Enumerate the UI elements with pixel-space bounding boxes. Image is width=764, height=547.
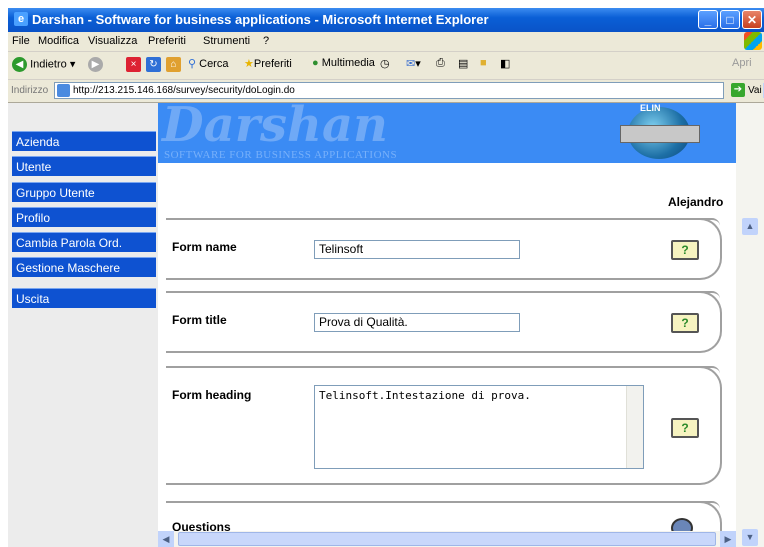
- menu-strumenti[interactable]: Strumenti: [203, 35, 250, 47]
- sidebar-item-uscita[interactable]: Uscita: [12, 288, 156, 308]
- search-button[interactable]: ⚲ Cerca: [188, 57, 228, 70]
- menu-preferiti[interactable]: Preferiti: [148, 35, 186, 47]
- close-button[interactable]: ✕: [742, 10, 762, 29]
- form-heading-text: Telinsoft.Intestazione di prova.: [319, 389, 531, 402]
- user-name: Alejandro: [668, 195, 724, 209]
- vertical-scrollbar[interactable]: ▲ ▼: [736, 103, 764, 547]
- menu-modifica[interactable]: Modifica: [38, 35, 79, 47]
- globe-logo-icon: ELIN: [620, 103, 700, 159]
- maximize-button[interactable]: □: [720, 10, 740, 29]
- sidebar-item-profilo[interactable]: Profilo: [12, 207, 156, 227]
- sidebar: Azienda Utente Gruppo Utente Profilo Cam…: [8, 103, 158, 547]
- media-button[interactable]: ● Multimedia: [312, 57, 375, 69]
- folder-icon: ■: [480, 57, 487, 69]
- form-name-input[interactable]: Telinsoft: [314, 240, 520, 259]
- header-banner: Darshan SOFTWARE FOR BUSINESS APPLICATIO…: [158, 103, 736, 163]
- horizontal-scrollbar[interactable]: ◀ ▶: [158, 531, 736, 547]
- form-title-input[interactable]: Prova di Qualità.: [314, 313, 520, 332]
- address-bar: Indirizzo http://213.215.146.168/survey/…: [8, 80, 764, 103]
- ie-icon: e: [14, 12, 28, 26]
- minimize-button[interactable]: _: [698, 10, 718, 29]
- back-button[interactable]: ◀ Indietro ▾: [12, 57, 75, 72]
- menu-file[interactable]: File: [12, 35, 30, 47]
- form-heading-section: Form heading Telinsoft.Intestazione di p…: [166, 366, 722, 485]
- forward-arrow-icon: ▶: [88, 57, 103, 72]
- hscroll-thumb[interactable]: [178, 532, 716, 546]
- scroll-right-icon[interactable]: ▶: [720, 531, 736, 547]
- forward-button[interactable]: ▶: [88, 57, 103, 72]
- edit-icon: ▤: [458, 58, 469, 70]
- page-icon: [57, 84, 70, 97]
- stop-icon: ×: [126, 57, 141, 72]
- go-arrow-icon[interactable]: ➔: [731, 83, 745, 97]
- mail-icon: ✉: [406, 58, 416, 70]
- folder-button[interactable]: ■: [480, 57, 487, 69]
- help-icon[interactable]: ?: [671, 313, 699, 333]
- form-heading-label: Form heading: [172, 388, 252, 402]
- sidebar-item-azienda[interactable]: Azienda: [12, 131, 156, 151]
- form-title-section: Form title Prova di Qualità. ?: [166, 291, 722, 353]
- history-button[interactable]: ◷: [380, 57, 390, 70]
- address-label: Indirizzo: [11, 85, 49, 96]
- open-button[interactable]: Apri: [732, 57, 752, 69]
- windows-logo-icon: [744, 32, 762, 50]
- scroll-up-icon[interactable]: ▲: [742, 218, 758, 235]
- refresh-icon: ↻: [146, 57, 161, 72]
- media-icon: ●: [312, 57, 319, 69]
- textarea-scrollbar[interactable]: [626, 386, 643, 468]
- scroll-down-icon[interactable]: ▼: [742, 529, 758, 546]
- scroll-left-icon[interactable]: ◀: [158, 531, 174, 547]
- toolbar: ◀ Indietro ▾ ▶ × ↻ ⌂ ⚲ Cerca ★Preferiti …: [8, 52, 764, 80]
- menu-help[interactable]: ?: [263, 35, 269, 47]
- home-icon: ⌂: [166, 57, 181, 72]
- edit-button[interactable]: ▤: [458, 57, 468, 70]
- help-icon[interactable]: ?: [671, 418, 699, 438]
- mail-button[interactable]: ✉▾: [406, 57, 421, 70]
- page-content: Azienda Utente Gruppo Utente Profilo Cam…: [8, 103, 764, 547]
- print-icon: ⎙: [436, 57, 445, 69]
- sidebar-item-gestione-maschere[interactable]: Gestione Maschere: [12, 257, 156, 277]
- window-title: Darshan - Software for business applicat…: [32, 12, 489, 27]
- messenger-icon: ◧: [500, 58, 511, 70]
- menu-bar: File Modifica Visualizza Preferiti Strum…: [8, 32, 764, 52]
- back-arrow-icon: ◀: [12, 57, 27, 72]
- address-url: http://213.215.146.168/survey/security/d…: [73, 85, 295, 96]
- form-name-label: Form name: [172, 240, 237, 254]
- go-button[interactable]: Vai: [748, 85, 762, 96]
- messenger-button[interactable]: ◧: [500, 57, 510, 70]
- print-button[interactable]: ⎙: [436, 57, 445, 70]
- home-button[interactable]: ⌂: [166, 57, 181, 72]
- sidebar-item-utente[interactable]: Utente: [12, 156, 156, 176]
- title-bar: e Darshan - Software for business applic…: [8, 8, 764, 32]
- stop-button[interactable]: ×: [126, 57, 141, 72]
- form-title-label: Form title: [172, 313, 227, 327]
- banner-tagline: SOFTWARE FOR BUSINESS APPLICATIONS: [164, 149, 398, 161]
- browser-window: e Darshan - Software for business applic…: [8, 8, 764, 547]
- help-icon[interactable]: ?: [671, 240, 699, 260]
- form-heading-textarea[interactable]: Telinsoft.Intestazione di prova.: [314, 385, 644, 469]
- menu-visualizza[interactable]: Visualizza: [88, 35, 137, 47]
- sidebar-item-cambia-parola[interactable]: Cambia Parola Ord.: [12, 232, 156, 252]
- darshan-logo: Darshan: [162, 103, 388, 153]
- favorites-button[interactable]: ★Preferiti: [244, 57, 292, 70]
- star-icon: ★: [244, 58, 254, 70]
- sidebar-item-gruppo-utente[interactable]: Gruppo Utente: [12, 182, 156, 202]
- form-name-section: Form name Telinsoft ?: [166, 218, 722, 280]
- history-icon: ◷: [380, 58, 390, 70]
- search-icon: ⚲: [188, 58, 197, 70]
- refresh-button[interactable]: ↻: [146, 57, 161, 72]
- address-input[interactable]: http://213.215.146.168/survey/security/d…: [54, 82, 764, 99]
